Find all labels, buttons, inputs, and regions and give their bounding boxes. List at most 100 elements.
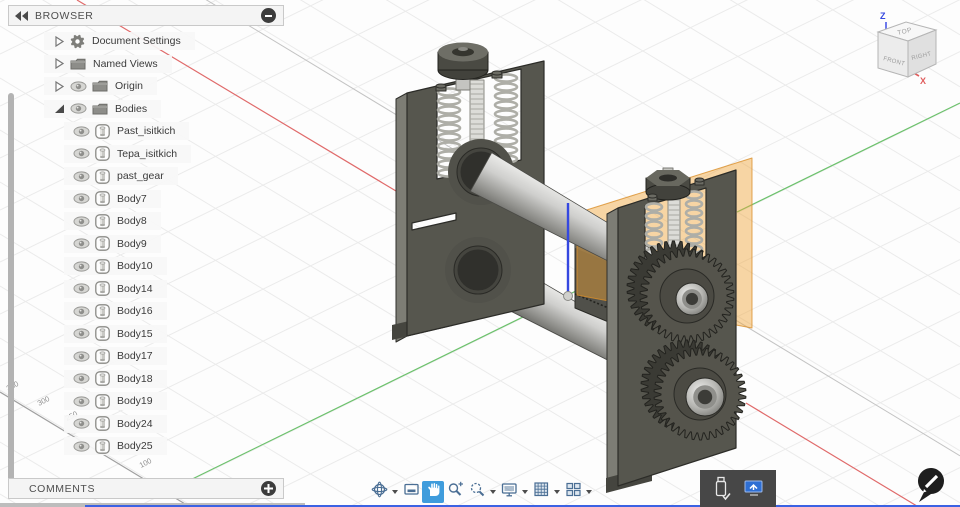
body-cylinder-icon — [95, 146, 110, 161]
tree-item-body24[interactable]: Body24 — [64, 414, 167, 433]
tree-item-body10[interactable]: Body10 — [64, 257, 167, 275]
right-plate-side — [606, 207, 619, 493]
tree-item-label: Body15 — [117, 327, 153, 340]
tree-item-label: Tepa_isitkich — [117, 147, 178, 160]
grid-icon — [533, 481, 550, 503]
tree-item-body14[interactable]: Body14 — [64, 279, 167, 298]
eye-visible-icon[interactable] — [73, 440, 90, 452]
viewports-dropdown-caret[interactable] — [584, 481, 594, 503]
pan-button[interactable] — [422, 481, 444, 503]
system-tray-popup[interactable] — [700, 470, 776, 507]
tree-item-label: Bodies — [115, 102, 148, 115]
grid-display-dropdown-caret[interactable] — [552, 481, 562, 503]
eye-visible-icon[interactable] — [73, 148, 90, 159]
body-cylinder-icon — [95, 438, 110, 454]
tree-item-label: Body14 — [117, 282, 153, 295]
tree-item-body15[interactable]: Body15 — [64, 324, 167, 343]
svg-text:100: 100 — [138, 456, 153, 470]
body-cylinder-icon — [95, 303, 110, 319]
expand-collapsed-icon[interactable] — [53, 57, 65, 70]
look-at-button[interactable] — [400, 481, 422, 503]
display-settings-dropdown-caret[interactable] — [520, 481, 530, 503]
tree-item-past-isitkich[interactable]: Past_isitkich — [64, 122, 190, 140]
body-cylinder-icon — [95, 348, 110, 364]
body-cylinder-icon — [95, 393, 110, 409]
eye-visible-icon[interactable] — [73, 350, 90, 362]
viewcube[interactable]: TOP FRONT RIGHT Z X — [876, 11, 938, 86]
eye-visible-icon[interactable] — [73, 238, 90, 249]
eye-visible-icon[interactable] — [73, 283, 90, 294]
viewports-icon — [565, 481, 582, 503]
tree-item-bodies[interactable]: Bodies — [44, 99, 162, 118]
eye-visible-icon[interactable] — [73, 418, 90, 429]
eye-visible-icon[interactable] — [73, 215, 90, 227]
svg-text:X: X — [920, 76, 926, 86]
viewports-button[interactable] — [562, 481, 584, 503]
tree-item-body9[interactable]: Body9 — [64, 234, 161, 253]
tree-item-body18[interactable]: Body18 — [64, 369, 167, 388]
eye-visible-icon[interactable] — [73, 373, 90, 384]
eye-visible-icon[interactable] — [73, 170, 90, 182]
browser-panel-header[interactable]: BROWSER — [8, 5, 284, 26]
monitor-share-icon[interactable] — [743, 478, 765, 500]
eye-visible-icon[interactable] — [73, 125, 90, 137]
orbit-button[interactable] — [368, 481, 390, 503]
tree-item-label: Document Settings — [92, 35, 181, 47]
tree-item-body7[interactable]: Body7 — [64, 189, 161, 208]
gear-icon — [70, 34, 85, 49]
tree-item-label: Body7 — [117, 192, 147, 205]
eye-visible-icon[interactable] — [70, 80, 87, 92]
browser-scrollbar[interactable] — [8, 93, 14, 487]
tree-item-label: Body8 — [117, 215, 147, 227]
body-cylinder-icon — [95, 326, 110, 341]
folder-icon — [70, 58, 86, 70]
usb-device-icon[interactable] — [712, 476, 732, 502]
tree-item-body19[interactable]: Body19 — [64, 392, 167, 410]
body-cylinder-icon — [95, 123, 110, 139]
zoom-button[interactable] — [444, 481, 466, 503]
eye-visible-icon[interactable] — [70, 103, 87, 114]
tree-item-body16[interactable]: Body16 — [64, 302, 167, 320]
tree-item-body17[interactable]: Body17 — [64, 347, 167, 365]
double-chevron-left-icon[interactable] — [15, 10, 29, 21]
body-cylinder-icon — [95, 236, 110, 251]
tree-item-tepa-isitkich[interactable]: Tepa_isitkich — [64, 144, 192, 163]
eye-visible-icon[interactable] — [73, 193, 90, 204]
tree-item-label: past_gear — [117, 170, 164, 182]
eye-visible-icon[interactable] — [73, 260, 90, 272]
display-settings-button[interactable] — [498, 481, 520, 503]
eye-visible-icon[interactable] — [73, 305, 90, 317]
comments-panel-header[interactable]: COMMENTS — [8, 478, 284, 499]
tree-item-label: Past_isitkich — [117, 125, 176, 137]
tree-item-label: Origin — [115, 80, 144, 92]
svg-text:300: 300 — [36, 394, 51, 408]
lower-bearing-boss — [445, 237, 511, 303]
body-cylinder-icon — [95, 371, 110, 386]
body-cylinder-icon — [95, 416, 110, 431]
expand-collapsed-icon[interactable] — [53, 35, 65, 48]
orbit-dropdown-caret[interactable] — [390, 481, 400, 503]
eye-visible-icon[interactable] — [73, 395, 90, 407]
pen-balloon-icon[interactable] — [914, 466, 952, 506]
eye-visible-icon[interactable] — [73, 328, 90, 339]
fit-dropdown-caret[interactable] — [488, 481, 498, 503]
tree-item-body8[interactable]: Body8 — [64, 212, 161, 230]
tree-item-label: Body16 — [117, 305, 153, 317]
left-plate-side — [395, 92, 408, 343]
tree-item-past-gear[interactable]: past_gear — [64, 167, 178, 185]
navigation-toolbar — [368, 481, 594, 503]
grid-display-button[interactable] — [530, 481, 552, 503]
circle-minus-icon[interactable] — [261, 8, 276, 23]
circle-plus-icon[interactable] — [261, 481, 276, 496]
body-cylinder-icon — [95, 281, 110, 296]
tree-item-document-settings[interactable]: Document Settings — [44, 32, 195, 50]
expand-collapsed-icon[interactable] — [53, 80, 65, 93]
body-cylinder-icon — [95, 213, 110, 229]
tree-item-label: Body9 — [117, 237, 147, 250]
tree-item-body25[interactable]: Body25 — [64, 437, 167, 455]
fit-button[interactable] — [466, 481, 488, 503]
orbit-icon — [371, 481, 388, 503]
tree-item-origin[interactable]: Origin — [44, 77, 158, 95]
expand-expanded-icon[interactable] — [53, 102, 65, 115]
tree-item-named-views[interactable]: Named Views — [44, 54, 172, 73]
